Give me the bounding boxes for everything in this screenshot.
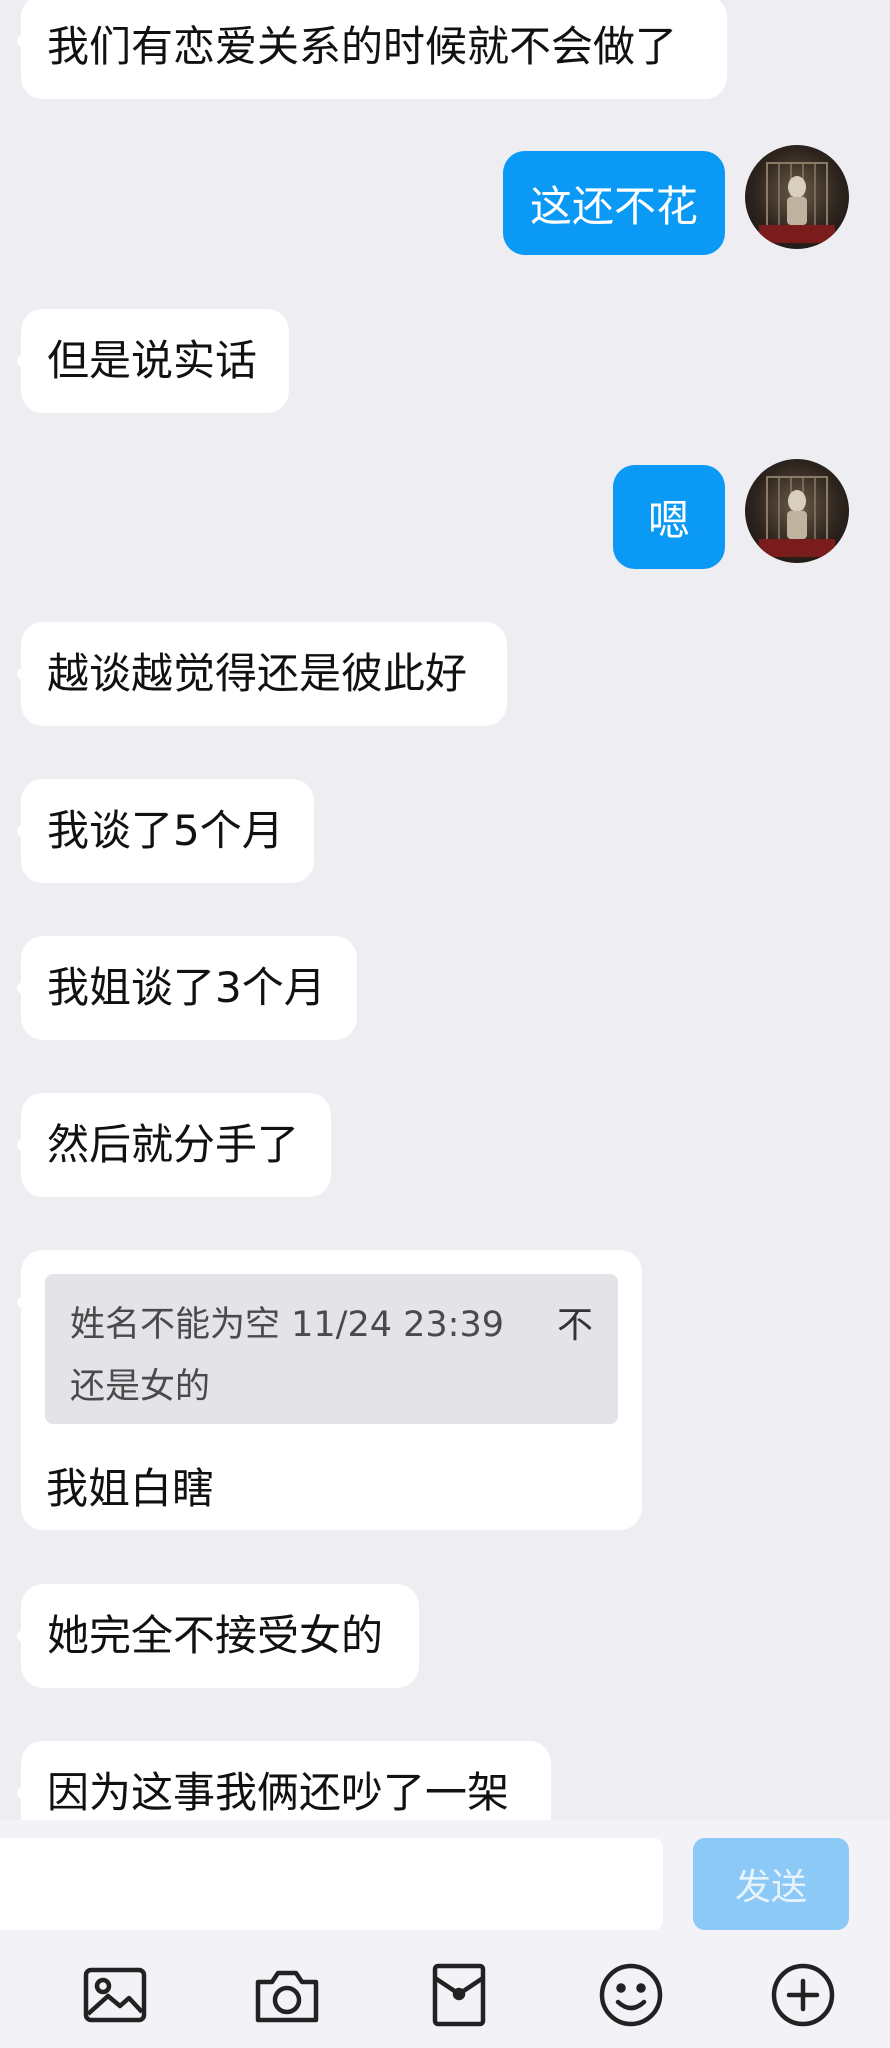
quoted-message[interactable]: 姓名不能为空 11/24 23:39 不 还是女的 xyxy=(45,1274,618,1424)
message-bubble[interactable]: 因为这事我俩还吵了一架 xyxy=(17,1741,551,1820)
input-bar: 发送 xyxy=(0,1820,890,2048)
chat-message-list[interactable]: 我们有恋爱关系的时候就不会做了 这还不花 但是说实话 嗯 越谈越觉得还是彼此好 … xyxy=(0,0,890,1820)
quote-jump-icon[interactable]: 不 xyxy=(557,1296,593,1348)
message-text: 因为这事我俩还吵了一架 xyxy=(47,1768,510,1817)
bubble-tail xyxy=(17,1630,29,1642)
bubble-tail xyxy=(17,1787,29,1799)
image-icon[interactable] xyxy=(80,1960,150,2030)
quoted-reply-message[interactable]: 姓名不能为空 11/24 23:39 不 还是女的 我姐白瞎 xyxy=(17,1250,642,1530)
red-packet-icon[interactable] xyxy=(424,1960,494,2030)
message-bubble-outgoing[interactable]: 这还不花 xyxy=(503,151,725,255)
quote-sender-time: 姓名不能为空 11/24 23:39 xyxy=(70,1305,504,1345)
message-text: 然后就分手了 xyxy=(47,1120,300,1169)
message-text: 我姐白瞎 xyxy=(46,1464,215,1513)
bubble-tail xyxy=(17,668,29,680)
message-bubble-outgoing[interactable]: 嗯 xyxy=(613,465,725,569)
message-bubble[interactable]: 我谈了5个月 xyxy=(17,779,314,883)
message-bubble[interactable]: 然后就分手了 xyxy=(17,1093,331,1197)
send-button[interactable]: 发送 xyxy=(693,1838,849,1930)
bubble-tail xyxy=(17,1296,29,1308)
avatar[interactable] xyxy=(745,145,849,249)
message-bubble[interactable]: 她完全不接受女的 xyxy=(17,1584,419,1688)
message-text: 我姐谈了3个月 xyxy=(47,963,326,1012)
message-text: 这还不花 xyxy=(529,181,698,231)
message-bubble[interactable]: 我们有恋爱关系的时候就不会做了 xyxy=(17,0,727,99)
message-text: 但是说实话 xyxy=(47,336,258,385)
message-bubble[interactable]: 但是说实话 xyxy=(17,309,289,413)
avatar[interactable] xyxy=(745,459,849,563)
message-bubble[interactable]: 我姐谈了3个月 xyxy=(17,936,357,1040)
camera-icon[interactable] xyxy=(252,1960,322,2030)
message-input[interactable] xyxy=(0,1838,663,1930)
quote-text: 还是女的 xyxy=(70,1367,211,1407)
avatar-image xyxy=(759,162,835,243)
bubble-tail xyxy=(17,982,29,994)
avatar-image xyxy=(759,476,835,557)
bubble-tail xyxy=(17,35,29,47)
message-text: 她完全不接受女的 xyxy=(47,1611,384,1660)
bubble-tail xyxy=(17,1139,29,1151)
message-text: 嗯 xyxy=(647,495,690,545)
bubble-tail xyxy=(17,825,29,837)
message-bubble[interactable]: 越谈越觉得还是彼此好 xyxy=(17,622,507,726)
emoji-icon[interactable] xyxy=(596,1960,666,2030)
message-text: 我们有恋爱关系的时候就不会做了 xyxy=(47,22,678,71)
message-text: 我谈了5个月 xyxy=(47,806,284,855)
plus-icon[interactable] xyxy=(768,1960,838,2030)
bubble-tail xyxy=(17,355,29,367)
message-text: 越谈越觉得还是彼此好 xyxy=(47,649,468,698)
